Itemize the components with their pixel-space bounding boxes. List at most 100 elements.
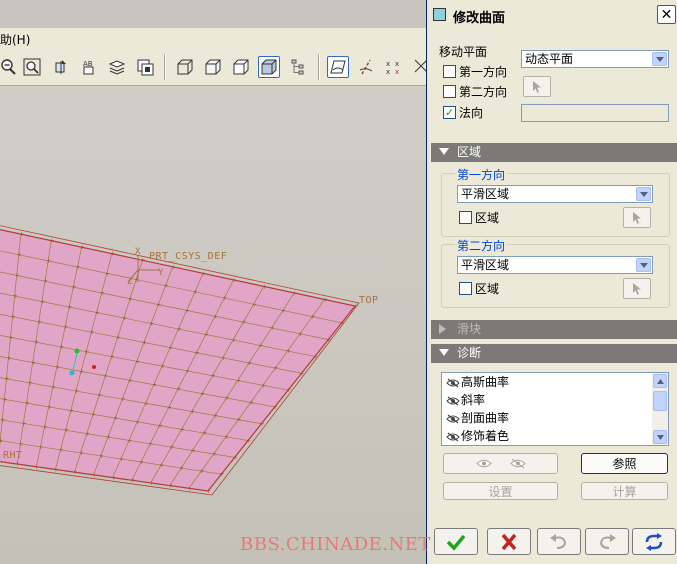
svg-text:+: +: [122, 315, 127, 322]
svg-text:+: +: [213, 313, 218, 320]
svg-text:+: +: [190, 448, 195, 455]
dir2-checkbox[interactable]: [443, 85, 456, 98]
refresh-button[interactable]: [632, 528, 676, 555]
top-plane-label: TOP: [359, 295, 379, 306]
svg-text:+: +: [193, 289, 198, 296]
expand-down-icon: [439, 349, 449, 356]
datum-axes-icon[interactable]: [355, 56, 377, 78]
svg-text:+: +: [139, 459, 144, 466]
ok-button[interactable]: [434, 528, 478, 555]
diagnostics-list[interactable]: 高斯曲率 斜率 剖面曲率 修饰着色: [441, 372, 669, 446]
svg-text:+: +: [79, 368, 84, 375]
datum-points-icon[interactable]: xxxx: [383, 56, 405, 78]
svg-text:+: +: [167, 404, 172, 411]
surface-mesh[interactable]: + + + + + + + + + + + + + + + + + + + + + + + + + + + + + + + + + + + + + + + +…: [0, 86, 428, 564]
svg-text:+: +: [149, 321, 154, 328]
region-section-header[interactable]: 区域: [431, 143, 677, 162]
svg-text:+: +: [168, 345, 173, 352]
svg-text:+: +: [273, 365, 278, 372]
eye-hidden-icon: [446, 414, 460, 423]
menu-help[interactable]: 助(H): [0, 31, 30, 48]
region-dir1-select[interactable]: 平滑区域: [457, 185, 653, 203]
dir1-checkbox[interactable]: [443, 65, 456, 78]
shading-icon[interactable]: [258, 56, 280, 78]
visibility-toggle-button[interactable]: [443, 453, 558, 474]
normal-checkbox[interactable]: ✓: [443, 106, 456, 119]
dialog-app-icon: [433, 8, 446, 21]
list-item[interactable]: 高斯曲率: [446, 373, 509, 391]
reorient-icon[interactable]: [50, 56, 72, 78]
redo-icon: [599, 533, 616, 549]
reference-button[interactable]: 参照: [581, 453, 668, 474]
named-views-icon[interactable]: AB: [79, 56, 101, 78]
normal-reference-field[interactable]: [521, 104, 669, 122]
menu-bar: 助(H): [0, 28, 428, 48]
list-item[interactable]: 斜率: [446, 391, 485, 409]
svg-text:+: +: [46, 258, 51, 265]
svg-text:+: +: [194, 350, 199, 357]
svg-text:+: +: [190, 408, 195, 415]
scroll-up-icon[interactable]: [653, 374, 667, 388]
watermark: BBS.CHINADE.NET: [240, 534, 431, 555]
svg-text:+: +: [55, 364, 60, 371]
hidden-line-icon[interactable]: [202, 56, 224, 78]
list-item[interactable]: 修饰着色: [446, 427, 509, 445]
region-dir2-select[interactable]: 平滑区域: [457, 256, 653, 274]
region-dir2-checkbox[interactable]: [459, 282, 472, 295]
compute-button[interactable]: 计算: [581, 482, 668, 500]
svg-text:+: +: [4, 376, 9, 383]
diagnostics-scrollbar[interactable]: [652, 373, 668, 445]
datum-planes-icon[interactable]: [327, 56, 349, 78]
scroll-thumb[interactable]: [653, 391, 667, 411]
svg-text:+: +: [200, 391, 205, 398]
svg-text:+: +: [79, 450, 84, 457]
svg-text:+: +: [18, 441, 23, 448]
right-plane-label: RHT: [3, 450, 23, 461]
svg-text:+: +: [89, 329, 94, 336]
undo-button[interactable]: [537, 528, 581, 555]
slider-section-header[interactable]: 滑块: [431, 320, 677, 339]
dialog-titlebar[interactable]: 修改曲面 ✕: [427, 0, 677, 30]
svg-text:+: +: [159, 462, 164, 469]
region-dir1-select-arrow-button[interactable]: [623, 207, 651, 228]
expand-right-icon: [439, 324, 446, 334]
redo-button[interactable]: [585, 528, 629, 555]
zoom-window-icon[interactable]: [21, 56, 43, 78]
svg-text:+: +: [199, 468, 204, 475]
eye-hidden-icon: [446, 432, 460, 441]
view-manager-icon[interactable]: [134, 56, 156, 78]
dialog-title: 修改曲面: [453, 11, 506, 26]
wireframe-icon[interactable]: [174, 56, 196, 78]
select-arrow-button[interactable]: [523, 76, 551, 97]
svg-text:+: +: [135, 358, 140, 365]
diagnostics-section-header[interactable]: 诊断: [431, 344, 677, 363]
svg-text:+: +: [179, 465, 184, 472]
svg-text:+: +: [59, 344, 64, 351]
svg-text:+: +: [24, 400, 29, 407]
model-viewport[interactable]: + + + + + + + + + + + + + + + + + + + + + + + + + + + + + + + + + + + + + + + +…: [0, 86, 428, 564]
zoom-out-icon[interactable]: [0, 56, 19, 78]
model-tree-icon[interactable]: [287, 56, 309, 78]
no-hidden-icon[interactable]: [230, 56, 252, 78]
svg-text:+: +: [103, 373, 108, 380]
svg-text:+: +: [69, 408, 74, 415]
svg-text:+: +: [74, 388, 79, 395]
region-dir1-checkbox[interactable]: [459, 211, 472, 224]
svg-text:+: +: [8, 334, 13, 341]
close-button[interactable]: ✕: [657, 5, 676, 24]
diagnostic-cosmetic-shading-label: 修饰着色: [461, 429, 510, 443]
settings-button[interactable]: 设置: [443, 482, 558, 500]
layers-icon[interactable]: [106, 56, 128, 78]
svg-text:+: +: [97, 392, 102, 399]
cancel-button[interactable]: [487, 528, 531, 555]
toolbar: AB xxxx: [0, 48, 428, 86]
move-plane-select[interactable]: 动态平面: [521, 50, 669, 68]
scroll-down-icon[interactable]: [653, 430, 667, 444]
list-item[interactable]: 剖面曲率: [446, 409, 509, 427]
svg-text:x: x: [386, 60, 390, 68]
svg-text:x: x: [395, 60, 399, 68]
region-dir1-checkbox-label: 区域: [475, 211, 500, 225]
eye-icon: [475, 459, 492, 468]
svg-text:+: +: [106, 434, 111, 441]
region-dir2-select-arrow-button[interactable]: [623, 278, 651, 299]
